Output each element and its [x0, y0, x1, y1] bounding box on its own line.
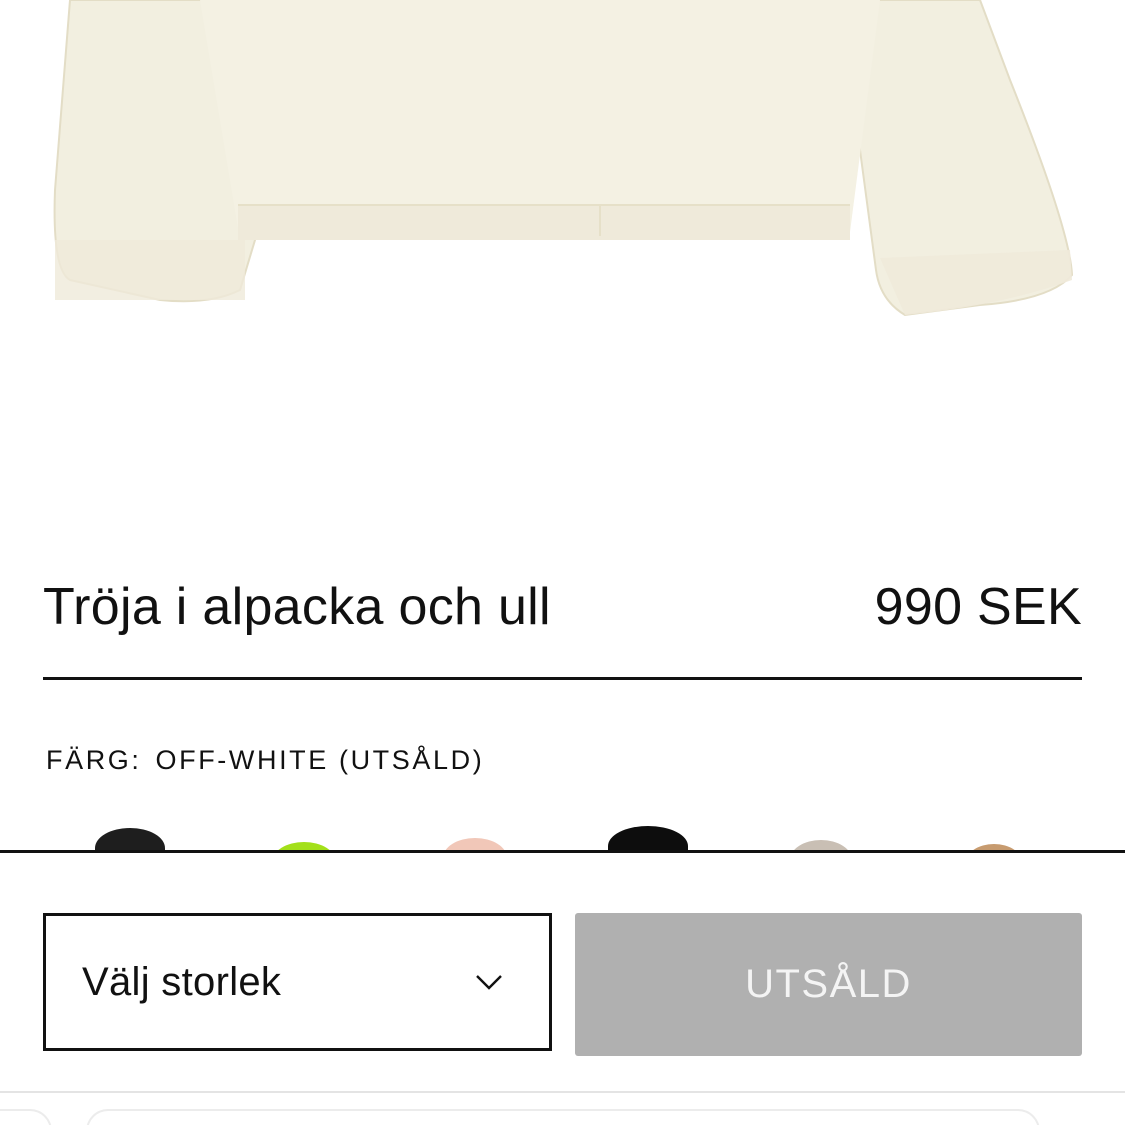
divider: [0, 1091, 1125, 1093]
right-cuff: [880, 250, 1072, 315]
soldout-button[interactable]: UTSÅLD: [575, 913, 1082, 1056]
color-swatch-list: [0, 820, 1125, 852]
color-swatch-black[interactable]: [95, 828, 165, 852]
product-page: Tröja i alpacka och ull 990 SEK FÄRG: OF…: [0, 0, 1125, 1125]
product-price: 990 SEK: [874, 578, 1082, 636]
divider: [43, 677, 1082, 680]
color-info: FÄRG: OFF-WHITE (UTSÅLD): [46, 740, 484, 780]
sweater-illustration: [53, 0, 1074, 317]
bottom-panel: [88, 1111, 1038, 1125]
color-swatch-black-2[interactable]: [608, 826, 688, 852]
left-cuff: [55, 240, 245, 300]
size-select[interactable]: Välj storlek: [43, 913, 552, 1051]
product-image: [0, 0, 1125, 540]
sweater-hem: [238, 205, 850, 240]
product-header: Tröja i alpacka och ull 990 SEK: [43, 572, 1082, 642]
product-title: Tröja i alpacka och ull: [43, 578, 551, 636]
bottom-chip: [0, 1111, 50, 1125]
color-label: FÄRG:: [46, 744, 142, 775]
color-value: OFF-WHITE (UTSÅLD): [155, 744, 485, 775]
chevron-down-icon: [476, 975, 502, 990]
size-select-label: Välj storlek: [82, 959, 282, 1004]
sticky-purchase-bar: Välj storlek UTSÅLD: [0, 850, 1125, 1125]
